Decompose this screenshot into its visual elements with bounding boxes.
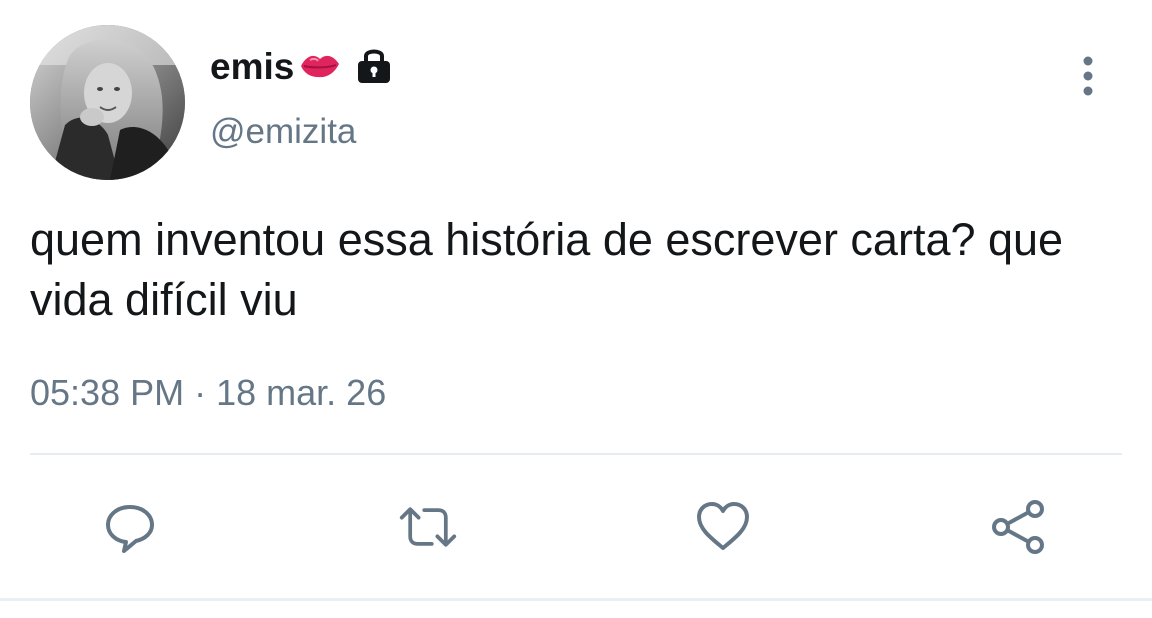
reply-button[interactable] xyxy=(100,497,160,557)
bottom-divider xyxy=(0,598,1152,601)
retweet-icon xyxy=(399,507,457,547)
lips-icon xyxy=(298,50,342,85)
avatar[interactable] xyxy=(30,25,185,180)
tweet-timestamp[interactable]: 05:38 PM · 18 mar. 26 xyxy=(30,372,386,414)
share-button[interactable] xyxy=(988,497,1048,557)
lock-icon xyxy=(354,45,394,90)
share-icon xyxy=(992,500,1044,554)
tweet-card: emis @emizita quem inventou essa históri… xyxy=(0,0,1152,618)
more-options-button[interactable] xyxy=(1070,52,1106,100)
tweet-text: quem inventou essa história de escrever … xyxy=(30,214,1064,325)
retweet-button[interactable] xyxy=(398,497,458,557)
display-name-row: emis xyxy=(210,44,394,90)
comment-icon xyxy=(106,505,154,553)
timestamp-separator: · xyxy=(194,372,207,413)
user-handle[interactable]: @emizita xyxy=(210,112,356,152)
action-bar xyxy=(0,497,1152,557)
more-vertical-icon xyxy=(1083,56,1093,96)
like-button[interactable] xyxy=(693,497,753,557)
tweet-date: 18 mar. 26 xyxy=(216,372,387,413)
heart-icon xyxy=(697,502,749,550)
display-name[interactable]: emis xyxy=(210,46,294,88)
tweet-time: 05:38 PM xyxy=(30,372,185,413)
avatar-photo xyxy=(30,25,185,180)
divider xyxy=(30,453,1122,455)
